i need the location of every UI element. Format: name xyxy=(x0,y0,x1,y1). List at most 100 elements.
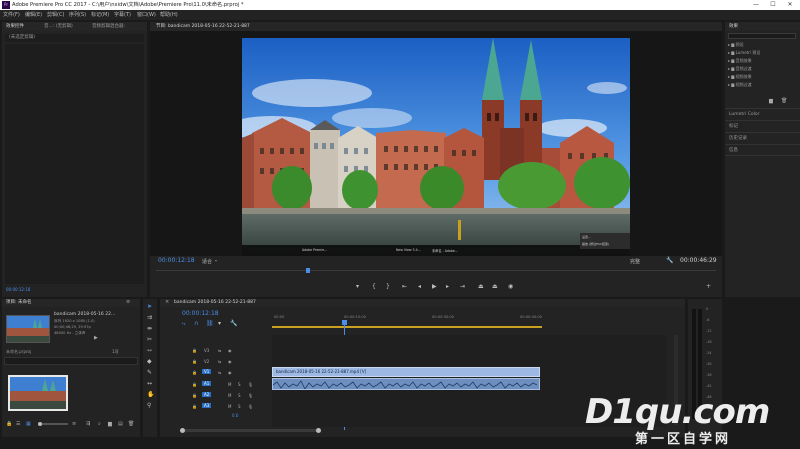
project-item-thumbnail[interactable] xyxy=(8,375,68,411)
find-icon[interactable]: ⌕ xyxy=(98,421,101,427)
mute-icon[interactable]: M xyxy=(228,404,231,409)
maximize-button[interactable]: ☐ xyxy=(765,0,781,10)
zoom-tool-icon[interactable]: ⚲ xyxy=(147,403,151,409)
play-icon[interactable]: ▶ xyxy=(432,284,437,290)
rate-stretch-tool-icon[interactable]: ↔ xyxy=(147,381,152,387)
effects-tree-item-video-transitions[interactable]: ▸ ▆ 视频过渡 xyxy=(728,82,752,88)
menu-file[interactable]: 文件(F) xyxy=(3,11,20,19)
video-frame[interactable] xyxy=(242,38,630,256)
effects-tree-item-video-effects[interactable]: ▸ ▆ 视频效果 xyxy=(728,74,752,80)
track-eye-icon[interactable]: ◉ xyxy=(228,348,232,353)
close-button[interactable]: ✕ xyxy=(782,0,798,10)
zoom-slider[interactable] xyxy=(38,422,68,426)
new-item-icon[interactable]: ▤ xyxy=(118,421,123,427)
track-lock-icon[interactable]: 🔒 xyxy=(192,382,197,387)
track-a1-label[interactable]: A1 xyxy=(202,381,212,386)
close-sequence-icon[interactable]: × xyxy=(165,299,169,305)
tab-audio-mixer[interactable]: 音...: (无剪辑) xyxy=(44,23,73,30)
voice-over-icon[interactable]: 🎙 xyxy=(248,393,253,398)
markers-section[interactable]: 标记 xyxy=(725,120,800,132)
track-sync-icon[interactable]: ⇆ xyxy=(218,348,221,353)
timeline-ruler[interactable]: 00:00 00:00:15:00 00:00:30:00 00:00:45:0… xyxy=(272,313,685,333)
timeline-settings-icon[interactable]: 🔧 xyxy=(230,321,237,327)
go-to-out-icon[interactable]: ⇥ xyxy=(460,284,465,290)
track-sync-icon[interactable]: ⇆ xyxy=(218,359,221,364)
mute-icon[interactable]: M xyxy=(228,382,231,387)
step-forward-icon[interactable]: ▸ xyxy=(446,284,449,290)
add-marker-timeline-icon[interactable]: ▾ xyxy=(218,321,221,327)
project-search-input[interactable] xyxy=(4,357,138,365)
extract-icon[interactable]: ⏏ xyxy=(492,284,498,290)
export-frame-icon[interactable]: ◉ xyxy=(508,284,513,290)
menu-marker[interactable]: 标记(M) xyxy=(91,11,109,19)
track-lock-icon[interactable]: 🔒 xyxy=(192,348,197,353)
sort-icon[interactable]: ≡ xyxy=(72,421,76,427)
tag-tool-icon[interactable]: ◆ xyxy=(147,359,152,365)
history-section[interactable]: 历史记录 xyxy=(725,132,800,144)
snap-icon[interactable]: ∩ xyxy=(194,321,198,327)
linked-selection-icon[interactable]: ⛓ xyxy=(206,321,214,327)
step-back-icon[interactable]: ◂ xyxy=(418,284,421,290)
info-section[interactable]: 信息 xyxy=(725,144,800,156)
hand-tool-icon[interactable]: ✋ xyxy=(147,392,154,398)
mute-icon[interactable]: M xyxy=(228,393,231,398)
lock-icon[interactable]: 🔒 xyxy=(6,421,12,427)
solo-icon[interactable]: S xyxy=(238,393,241,398)
clear-icon[interactable]: 🗑 xyxy=(128,421,134,427)
master-mix-value[interactable]: 0.0 xyxy=(232,413,238,418)
resolution-dropdown[interactable]: 完整 xyxy=(630,258,640,265)
work-area-bar[interactable] xyxy=(272,326,542,328)
razor-tool-icon[interactable]: ✂ xyxy=(147,337,152,343)
track-v1-label[interactable]: V1 xyxy=(202,369,212,374)
track-lock-icon[interactable]: 🔒 xyxy=(192,393,197,398)
timeline-timecode[interactable]: 00:00:12:18 xyxy=(182,310,219,317)
menu-clip[interactable]: 剪辑(C) xyxy=(47,11,64,19)
lumetri-color-section[interactable]: Lumetri Color xyxy=(725,108,800,120)
program-tab[interactable]: 节目: bandicam 2018-05-16 22-52-21-887 xyxy=(156,23,250,30)
source-timecode[interactable]: 00:00:12:18 xyxy=(6,286,30,293)
tab-effects[interactable]: 效果 xyxy=(729,23,738,30)
track-a3-label[interactable]: A3 xyxy=(202,403,212,408)
mark-in-icon[interactable]: { xyxy=(372,284,376,290)
add-marker-icon[interactable]: ▾ xyxy=(356,284,359,290)
project-tab[interactable]: 项目: 未命名 xyxy=(6,299,31,306)
pen-tool-icon[interactable]: ✎ xyxy=(147,370,152,376)
wrench-icon[interactable]: 🔧 xyxy=(666,257,673,264)
panel-menu-icon[interactable]: ≡ xyxy=(126,299,130,305)
trash-icon[interactable]: 🗑 xyxy=(781,98,787,104)
menu-help[interactable]: 帮助(H) xyxy=(160,11,178,19)
program-scrubber[interactable] xyxy=(156,268,716,273)
tab-effect-controls[interactable]: 效果控件 xyxy=(6,23,24,30)
timeline-scrollbar[interactable] xyxy=(180,428,321,433)
fit-dropdown[interactable]: 适合 xyxy=(202,258,212,265)
effects-tree-item-presets[interactable]: ▸ ▆ 预设 xyxy=(728,42,744,48)
track-eye-icon[interactable]: ◉ xyxy=(228,370,232,375)
effects-search-input[interactable] xyxy=(728,33,796,39)
solo-icon[interactable]: S xyxy=(238,382,241,387)
voice-over-icon[interactable]: 🎙 xyxy=(248,382,253,387)
playhead[interactable] xyxy=(306,268,310,273)
icon-view-icon[interactable]: ▦ xyxy=(26,421,31,427)
video-clip[interactable]: bandicam 2018-05-16 22-52-21-887.mp4 [V] xyxy=(272,367,540,377)
new-bin-project-icon[interactable]: ▆ xyxy=(108,421,112,427)
effects-tree-item-audio-transitions[interactable]: ▸ ▆ 音频过渡 xyxy=(728,66,752,72)
button-editor-plus-icon[interactable]: + xyxy=(706,284,711,290)
effects-tree-item-lumetri-presets[interactable]: ▸ ▆ Lumetri 预设 xyxy=(728,50,760,56)
mark-out-icon[interactable]: } xyxy=(386,284,390,290)
new-bin-icon[interactable]: ▆ xyxy=(769,98,773,104)
nest-icon[interactable]: ⤷ xyxy=(182,321,185,327)
menu-window[interactable]: 窗口(W) xyxy=(137,11,156,19)
selection-tool-icon[interactable]: ➤ xyxy=(147,304,152,310)
menu-sequence[interactable]: 序列(S) xyxy=(69,11,86,19)
effects-tree-item-audio-effects[interactable]: ▸ ▆ 音频效果 xyxy=(728,58,752,64)
ripple-edit-tool-icon[interactable]: ⇹ xyxy=(147,326,152,332)
track-lock-icon[interactable]: 🔒 xyxy=(192,370,197,375)
track-select-tool-icon[interactable]: ⇉ xyxy=(147,315,152,321)
track-lock-icon[interactable]: 🔒 xyxy=(192,359,197,364)
track-sync-icon[interactable]: ⇆ xyxy=(218,370,221,375)
slip-tool-icon[interactable]: ⇿ xyxy=(147,348,152,354)
track-eye-icon[interactable]: ◉ xyxy=(228,359,232,364)
tab-audio-clip-mixer[interactable]: 音频剪辑混合器: xyxy=(92,23,125,30)
list-view-icon[interactable]: ☰ xyxy=(16,421,20,427)
track-lock-icon[interactable]: 🔒 xyxy=(192,404,197,409)
